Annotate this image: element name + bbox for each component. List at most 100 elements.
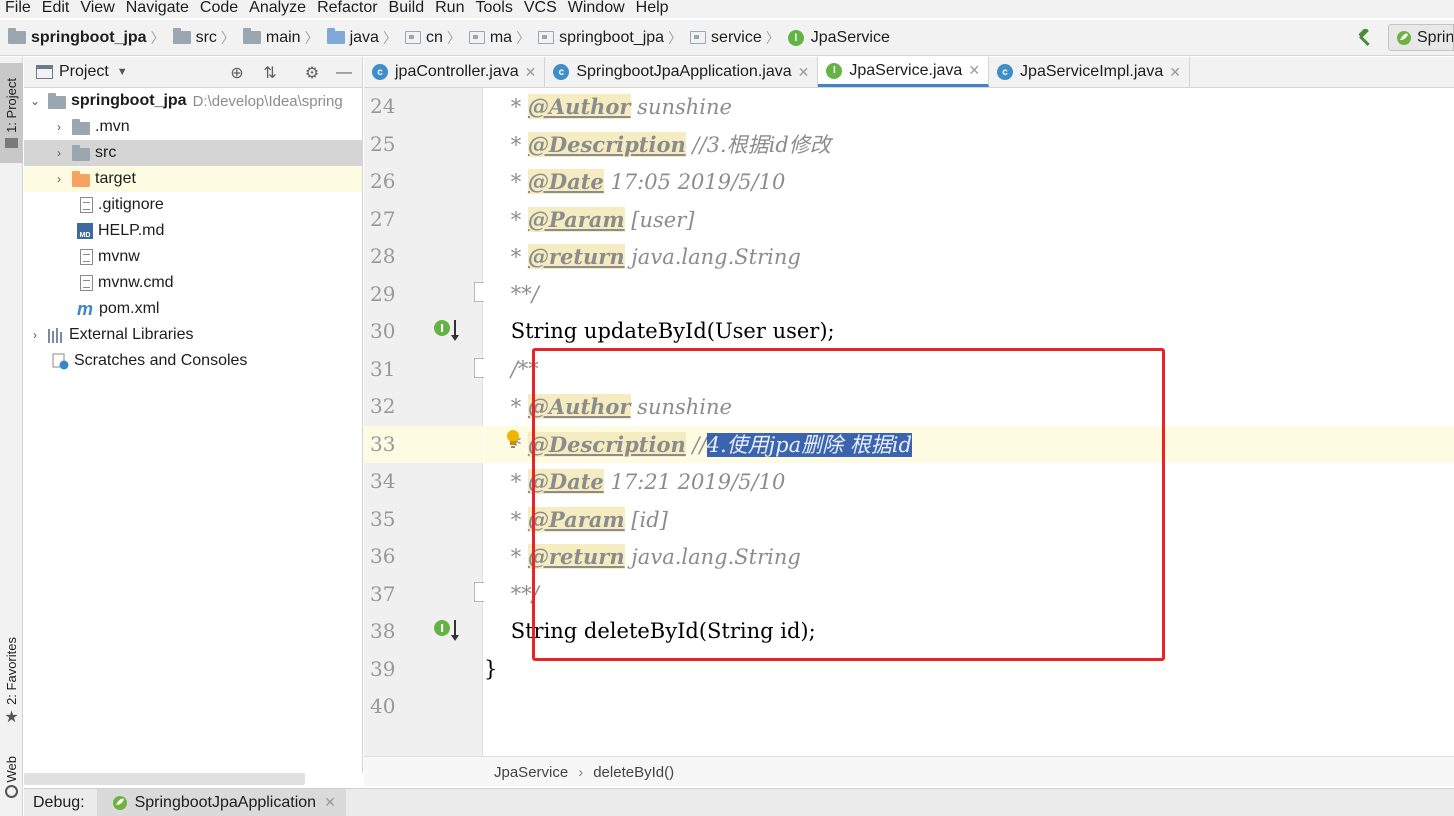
tree-item-label: mvnw.cmd xyxy=(98,274,174,291)
tree-item-pom-xml[interactable]: m pom.xml xyxy=(24,296,362,322)
lightbulb-icon[interactable] xyxy=(504,428,522,450)
left-tool-strip: 1: Project 2: Favorites ★ Web xyxy=(0,57,23,816)
tool-tab-favorites[interactable]: 2: Favorites ★ xyxy=(0,627,23,737)
menu-help[interactable]: Help xyxy=(631,0,675,18)
spring-boot-icon xyxy=(1397,30,1411,45)
svg-text:I: I xyxy=(440,322,444,335)
crumb-label: JpaService xyxy=(810,28,890,46)
code-line-36: * @return java.lang.String xyxy=(504,544,801,569)
minimize-icon[interactable]: — xyxy=(334,63,354,83)
chevron-right-icon[interactable]: › xyxy=(52,120,66,134)
editor-gutter[interactable]: 24 25 26 27 28 29 30 31 32 33 34 35 36 3… xyxy=(364,88,492,756)
line-number: 26 xyxy=(370,169,396,193)
project-panel: Project ▼ ⊕ ⇅ ⚙ — ⌄ springboot_jpa D:\de… xyxy=(24,57,363,773)
menu-navigate[interactable]: Navigate xyxy=(121,0,195,18)
code-editor[interactable]: * @Author sunshine * @Description //3.根据… xyxy=(484,88,1454,756)
debug-tool-window-bar: Debug: SpringbootJpaApplication ✕ xyxy=(24,788,1454,816)
close-icon[interactable]: ✕ xyxy=(798,64,810,81)
menu-analyze[interactable]: Analyze xyxy=(244,0,312,18)
tab-label: JpaServiceImpl.java xyxy=(1020,63,1164,80)
breadcrumb-class[interactable]: JpaService xyxy=(494,764,568,781)
javadoc-tag: @Date xyxy=(527,469,604,494)
tree-item-target[interactable]: › target xyxy=(24,166,362,192)
collapse-all-icon[interactable]: ⇅ xyxy=(260,63,280,83)
package-icon xyxy=(468,31,485,44)
javadoc-tag: @Description xyxy=(527,131,686,157)
menu-code[interactable]: Code xyxy=(195,0,244,18)
menu-window[interactable]: Window xyxy=(563,0,631,18)
tree-item-help-md[interactable]: MD HELP.md xyxy=(24,218,362,244)
crumb-springboot-jpa-package[interactable]: springboot_jpa 〉 xyxy=(538,28,688,48)
tab-jpaservice[interactable]: I JpaService.java ✕ xyxy=(818,57,990,87)
horizontal-scrollbar[interactable] xyxy=(24,773,305,785)
spring-class-icon: c xyxy=(553,64,570,80)
crumb-label: cn xyxy=(425,28,443,46)
tree-item-gitignore[interactable]: .gitignore xyxy=(24,192,362,218)
text-file-icon xyxy=(80,197,93,213)
tree-item-scratches[interactable]: Scratches and Consoles xyxy=(24,348,362,374)
menu-run[interactable]: Run xyxy=(430,0,470,18)
close-icon[interactable]: ✕ xyxy=(968,62,980,79)
crumb-service[interactable]: service 〉 xyxy=(690,28,786,48)
text-file-icon xyxy=(80,275,93,291)
menu-tools[interactable]: Tools xyxy=(470,0,518,18)
tool-tab-web[interactable]: Web xyxy=(0,747,23,807)
crumb-main[interactable]: main 〉 xyxy=(242,28,325,48)
crumb-src[interactable]: src 〉 xyxy=(172,28,241,48)
chevron-right-icon[interactable]: › xyxy=(52,172,66,186)
close-icon[interactable]: ✕ xyxy=(525,64,537,81)
tree-item-mvnw-cmd[interactable]: mvnw.cmd xyxy=(24,270,362,296)
chevron-right-icon[interactable]: › xyxy=(52,146,66,160)
code-line-31: /** xyxy=(510,356,539,381)
menu-file[interactable]: File xyxy=(0,0,37,18)
code-line-37: **/ xyxy=(504,581,539,606)
close-icon[interactable]: ✕ xyxy=(324,794,336,811)
tree-item-mvnw[interactable]: mvnw xyxy=(24,244,362,270)
project-panel-title[interactable]: Project xyxy=(59,63,109,81)
crumb-ma[interactable]: ma 〉 xyxy=(468,28,536,48)
tab-jpaserviceimpl[interactable]: c JpaServiceImpl.java ✕ xyxy=(989,57,1190,87)
chevron-down-icon[interactable]: ⌄ xyxy=(28,94,42,108)
menu-bar: File Edit View Navigate Code Analyze Ref… xyxy=(0,0,1454,18)
implemented-method-icon[interactable]: I xyxy=(432,616,462,644)
breadcrumb-method[interactable]: deleteById() xyxy=(593,764,674,781)
gear-icon[interactable]: ⚙ xyxy=(302,63,322,83)
tab-label: JpaService.java xyxy=(849,61,963,79)
tree-root-project[interactable]: ⌄ springboot_jpa D:\develop\Idea\spring xyxy=(24,88,362,114)
chevron-down-icon[interactable]: ▼ xyxy=(117,66,128,78)
crumb-cn[interactable]: cn 〉 xyxy=(404,28,467,48)
javadoc-tag: @return xyxy=(527,544,625,569)
tool-tab-project[interactable]: 1: Project xyxy=(0,63,23,163)
debug-session-tab[interactable]: SpringbootJpaApplication ✕ xyxy=(96,788,346,816)
tab-springbootjpaapplication[interactable]: c SpringbootJpaApplication.java ✕ xyxy=(545,57,819,87)
menu-view[interactable]: View xyxy=(75,0,120,18)
crumb-java[interactable]: java 〉 xyxy=(326,28,403,48)
menu-refactor[interactable]: Refactor xyxy=(312,0,383,18)
menu-build[interactable]: Build xyxy=(384,0,431,18)
tab-jpacontroller[interactable]: c jpaController.java ✕ xyxy=(364,57,546,87)
tree-item-src[interactable]: › src xyxy=(24,140,362,166)
chevron-right-icon[interactable]: › xyxy=(28,328,42,342)
crumb-label: src xyxy=(195,28,217,46)
line-number: 25 xyxy=(370,131,396,156)
javadoc-tag: @Param xyxy=(527,506,625,532)
line-number: 29 xyxy=(370,281,396,306)
build-hammer-icon[interactable] xyxy=(1356,29,1374,47)
code-line-35: * @Param [id] xyxy=(504,506,668,532)
run-configuration-selector[interactable]: Sprin xyxy=(1388,24,1454,51)
locate-target-icon[interactable]: ⊕ xyxy=(227,63,247,83)
javadoc-tag: @Param xyxy=(527,206,625,232)
implemented-method-icon[interactable]: I xyxy=(432,316,462,344)
javadoc-tag: @Description xyxy=(527,431,686,457)
editor-tab-bar: c jpaController.java ✕ c SpringbootJpaAp… xyxy=(364,57,1454,88)
code-line-26: * @Date 17:05 2019/5/10 xyxy=(504,169,786,194)
crumb-project[interactable]: springboot_jpa 〉 xyxy=(8,28,171,48)
menu-vcs[interactable]: VCS xyxy=(519,0,563,18)
code-line-24: * @Author sunshine xyxy=(504,94,732,119)
menu-edit[interactable]: Edit xyxy=(37,0,76,18)
tree-item-mvn[interactable]: › .mvn xyxy=(24,114,362,140)
scratches-icon xyxy=(52,353,69,369)
tree-item-external-libraries[interactable]: › External Libraries xyxy=(24,322,362,348)
crumb-jpaservice[interactable]: I JpaService xyxy=(787,28,890,47)
close-icon[interactable]: ✕ xyxy=(1169,64,1181,81)
